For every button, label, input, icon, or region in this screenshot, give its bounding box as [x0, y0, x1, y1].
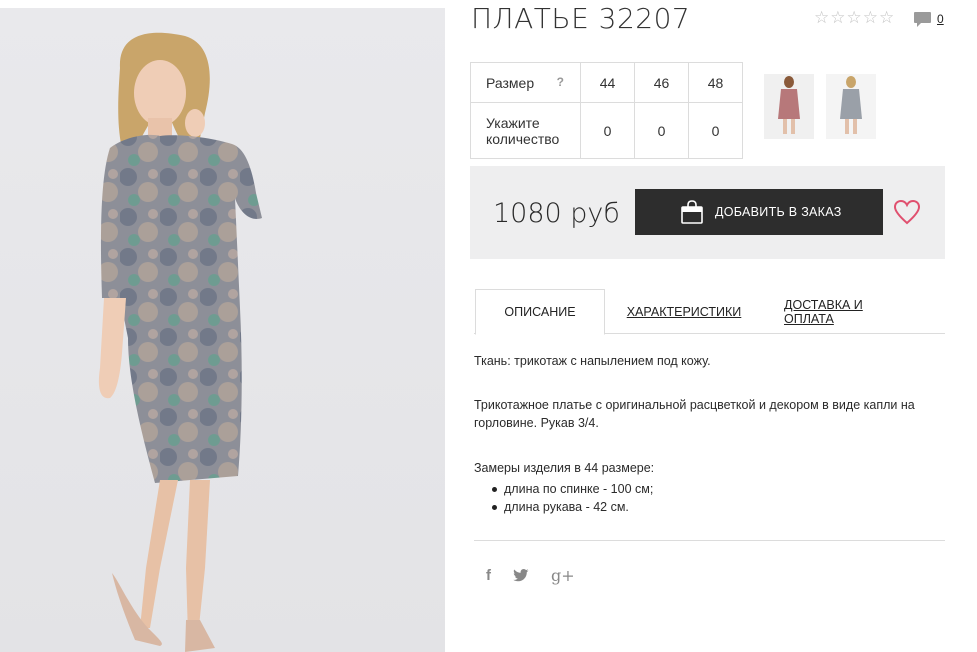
- price-value: 1080 руб: [493, 198, 620, 229]
- measurements-list: длина по спинке - 100 см; длина рукава -…: [492, 480, 653, 516]
- description-panel: Ткань: трикотаж с напылением под кожу. Т…: [474, 352, 954, 514]
- rating-stars[interactable]: ☆ ☆ ☆ ☆ ☆: [814, 9, 894, 27]
- thumbnail-1[interactable]: [764, 74, 814, 139]
- add-to-order-label: ДОБАВИТЬ В ЗАКАЗ: [715, 205, 842, 219]
- quantity-input[interactable]: 0: [688, 102, 743, 159]
- quantity-input[interactable]: 0: [580, 102, 635, 159]
- size-label-cell: Размер ?: [470, 62, 581, 103]
- tab-description[interactable]: ОПИСАНИЕ: [475, 289, 605, 335]
- star-icon[interactable]: ☆: [863, 9, 878, 27]
- add-to-order-button[interactable]: ДОБАВИТЬ В ЗАКАЗ: [635, 189, 883, 235]
- shopping-bag-icon: [679, 199, 705, 225]
- comments-count-link[interactable]: 0: [937, 12, 944, 26]
- description-text: Трикотажное платье с оригинальной расцве…: [474, 398, 915, 430]
- divider: [474, 540, 945, 541]
- thumbnail-image: [778, 76, 800, 134]
- facebook-icon[interactable]: f: [486, 567, 491, 584]
- twitter-icon[interactable]: [513, 569, 529, 582]
- favorite-heart-icon[interactable]: [893, 199, 921, 225]
- comment-bubble-icon[interactable]: [913, 11, 932, 29]
- list-item: длина по спинке - 100 см;: [492, 480, 653, 498]
- price-panel: 1080 руб ДОБАВИТЬ В ЗАКАЗ: [470, 166, 945, 259]
- thumbnail-image: [840, 76, 862, 134]
- size-quantity-table: Размер ? 44 46 48 Укажите количество 0 0…: [470, 62, 743, 159]
- size-option: 44: [580, 62, 635, 103]
- star-icon[interactable]: ☆: [879, 9, 894, 27]
- star-icon[interactable]: ☆: [830, 9, 845, 27]
- social-share: f g+: [486, 566, 575, 585]
- size-label: Размер: [486, 74, 535, 91]
- thumbnail-2[interactable]: [826, 74, 876, 139]
- size-option: 46: [634, 62, 689, 103]
- list-item: длина рукава - 42 см.: [492, 498, 653, 516]
- fabric-text: Ткань: трикотаж с напылением под кожу.: [474, 354, 711, 368]
- product-tabs: ОПИСАНИЕ ХАРАКТЕРИСТИКИ ДОСТАВКА И ОПЛАТ…: [474, 289, 945, 335]
- model-illustration: [98, 32, 262, 652]
- star-icon[interactable]: ☆: [814, 9, 829, 27]
- product-title: ПЛАТЬЕ 32207: [471, 2, 691, 35]
- size-option: 48: [688, 62, 743, 103]
- quantity-label: Укажите количество: [470, 102, 581, 159]
- size-help-icon[interactable]: ?: [557, 75, 564, 89]
- measurements-title: Замеры изделия в 44 размере:: [474, 461, 655, 475]
- quantity-input[interactable]: 0: [634, 102, 689, 159]
- tab-characteristics[interactable]: ХАРАКТЕРИСТИКИ: [624, 289, 744, 334]
- product-photo[interactable]: [0, 8, 445, 652]
- star-icon[interactable]: ☆: [847, 9, 862, 27]
- google-plus-icon[interactable]: g+: [551, 566, 575, 585]
- tab-delivery[interactable]: ДОСТАВКА И ОПЛАТА: [784, 289, 914, 334]
